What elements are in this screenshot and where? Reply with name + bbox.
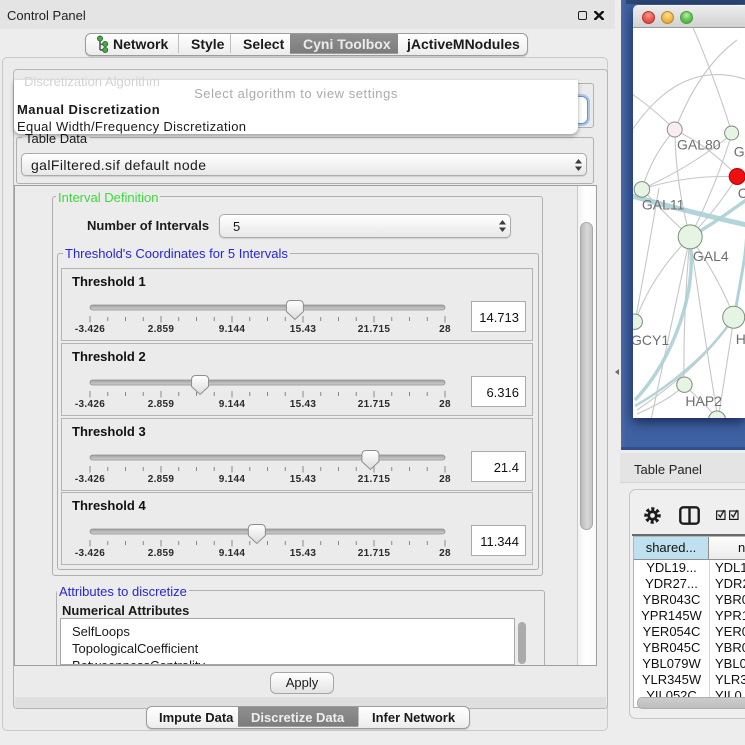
svg-text:C: C	[738, 185, 745, 201]
svg-text:GAL11: GAL11	[642, 197, 685, 213]
svg-text:GA: GA	[734, 144, 745, 160]
svg-text:GAL4: GAL4	[693, 248, 729, 264]
svg-text:HAP2: HAP2	[685, 393, 722, 409]
svg-text:GAL80: GAL80	[677, 137, 721, 153]
svg-text:GCY1: GCY1	[633, 332, 669, 348]
svg-text:H: H	[736, 331, 745, 347]
